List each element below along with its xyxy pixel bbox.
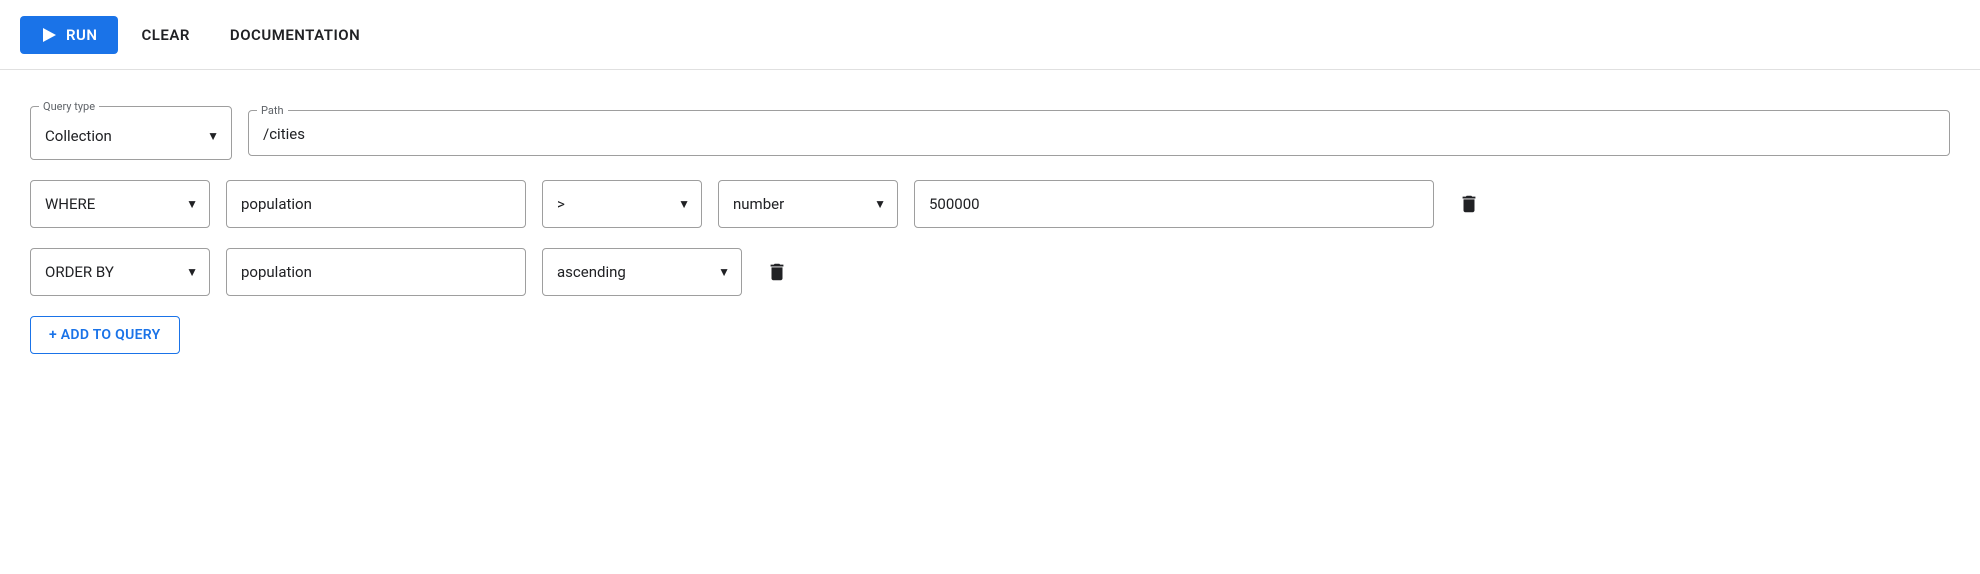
- path-label: Path: [257, 104, 288, 117]
- where-clause-select[interactable]: WHERE: [30, 180, 210, 228]
- operator-wrapper: > ▼: [542, 180, 702, 228]
- type-wrapper: number ▼: [718, 180, 898, 228]
- query-type-path-row: Query type Collection ▼ Path: [30, 100, 1950, 160]
- value-input[interactable]: [914, 180, 1434, 228]
- run-label: RUN: [66, 26, 98, 44]
- where-clause-wrapper: WHERE ▼: [30, 180, 210, 228]
- where-field-input[interactable]: [226, 180, 526, 228]
- query-type-fieldset: Query type Collection ▼: [30, 100, 232, 160]
- where-field-wrapper: [226, 180, 526, 228]
- documentation-button[interactable]: DOCUMENTATION: [214, 16, 376, 54]
- toolbar: RUN CLEAR DOCUMENTATION: [0, 0, 1980, 70]
- trash-icon: [1458, 193, 1478, 215]
- path-fieldset: Path: [248, 104, 1950, 156]
- where-row: WHERE ▼ > ▼ number ▼: [30, 180, 1950, 228]
- query-type-select[interactable]: Collection: [31, 113, 231, 159]
- add-to-query-button[interactable]: + ADD TO QUERY: [30, 316, 180, 354]
- orderby-clause-wrapper: ORDER BY ▼: [30, 248, 210, 296]
- orderby-field-input[interactable]: [226, 248, 526, 296]
- order-row: ORDER BY ▼ ascending ▼: [30, 248, 1950, 296]
- operator-select[interactable]: >: [542, 180, 702, 228]
- orderby-clause-select[interactable]: ORDER BY: [30, 248, 210, 296]
- play-icon: [40, 26, 58, 44]
- where-delete-button[interactable]: [1450, 185, 1486, 223]
- add-to-query-label: + ADD TO QUERY: [49, 327, 161, 343]
- clear-button[interactable]: CLEAR: [126, 16, 206, 54]
- trash-icon-order: [766, 261, 786, 283]
- query-type-label: Query type: [39, 100, 99, 113]
- main-content: Query type Collection ▼ Path WHERE ▼: [0, 70, 1980, 374]
- path-input[interactable]: [249, 117, 1949, 155]
- type-select[interactable]: number: [718, 180, 898, 228]
- orderby-field-wrapper: [226, 248, 526, 296]
- direction-wrapper: ascending ▼: [542, 248, 742, 296]
- run-button[interactable]: RUN: [20, 16, 118, 54]
- query-type-select-wrapper: Collection ▼: [31, 113, 231, 159]
- direction-select[interactable]: ascending: [542, 248, 742, 296]
- value-wrapper: [914, 180, 1434, 228]
- orderby-delete-button[interactable]: [758, 253, 794, 291]
